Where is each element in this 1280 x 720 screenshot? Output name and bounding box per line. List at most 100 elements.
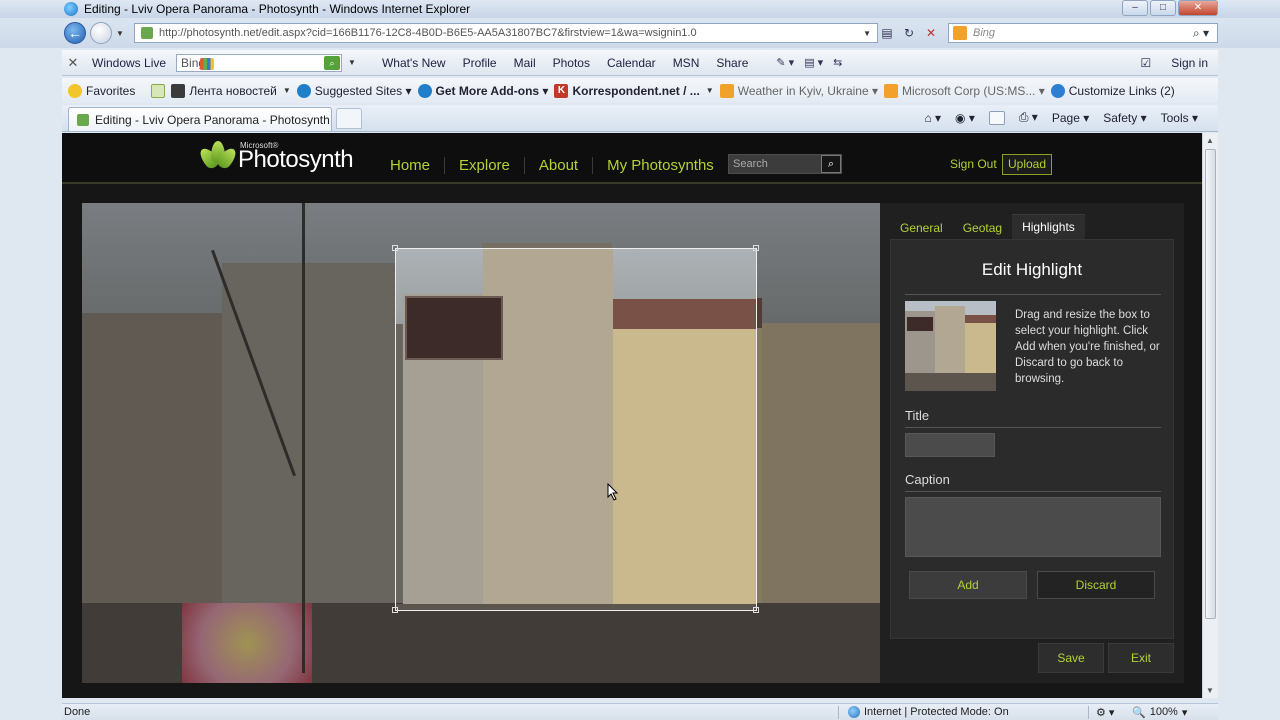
refresh-icon[interactable]: ↻ [900,24,918,42]
safety-menu[interactable]: Safety ▾ [1103,111,1146,125]
compatibility-view-icon[interactable]: ▤ [878,24,896,42]
protected-mode-icon[interactable]: ⚙ ▾ [1096,706,1114,719]
form-fill-icon[interactable]: ▤ ▾ [804,56,823,69]
nav-explore[interactable]: Explore [445,157,525,174]
page-scrollbar[interactable]: ▲ ▼ [1202,133,1218,698]
resize-handle-bottom-left[interactable] [392,607,398,613]
fav-korrespondent-dropdown-icon[interactable]: ▼ [706,86,714,95]
live-link-photos[interactable]: Photos [553,56,590,70]
security-zone[interactable]: Internet | Protected Mode: On [848,706,1009,718]
save-button[interactable]: Save [1038,643,1104,673]
highlighter-icon[interactable]: ✎ ▾ [776,56,794,69]
exit-button[interactable]: Exit [1108,643,1174,673]
panel-instructions: Drag and resize the box to select your h… [1015,309,1160,385]
fav-item-customize-label: Customize Links (2) [1068,83,1175,98]
resize-handle-top-right[interactable] [753,245,759,251]
add-button[interactable]: Add [909,571,1027,599]
lenta-icon [171,83,186,98]
close-window-button[interactable]: ✕ [1178,0,1218,16]
fav-item-addons[interactable]: Get More Add-ons ▾ [417,83,548,98]
fav-item-lenta[interactable]: Лента новостей [171,83,277,98]
minimize-button[interactable]: – [1122,0,1148,16]
address-bar[interactable]: http://photosynth.net/edit.aspx?cid=166B… [134,23,878,43]
new-tab-button[interactable] [336,108,362,129]
favorites-button[interactable]: Favorites [68,83,135,98]
search-icon[interactable]: ⌕ ▾ [1193,26,1209,41]
page-menu[interactable]: Page ▾ [1052,111,1089,125]
live-link-profile[interactable]: Profile [463,56,497,70]
live-tool-icons: ✎ ▾ ▤ ▾ ⇆ [776,56,842,69]
scroll-up-icon[interactable]: ▲ [1206,136,1214,145]
fav-item-weather[interactable]: Weather in Kyiv, Ukraine ▾ [719,83,878,98]
site-search-input[interactable]: Search ⌕ [728,154,842,174]
forward-button[interactable] [90,22,112,44]
fav-item-korrespondent[interactable]: K Korrespondent.net / ... [554,83,700,98]
live-link-mail[interactable]: Mail [514,56,536,70]
print-icon[interactable]: ⎙ ▾ [1019,110,1038,125]
logo-text: Photosynth [238,146,354,173]
site-search-placeholder: Search [733,158,768,170]
sign-out-link[interactable]: Sign Out [950,157,997,171]
translate-icon[interactable]: ⇆ [833,56,842,69]
back-button[interactable]: ← [64,22,86,44]
add-favorite-icon[interactable] [151,83,166,98]
highlight-selection-box[interactable] [395,248,757,611]
live-search-go-icon[interactable]: ⌕ [324,55,341,70]
browser-search-box[interactable]: Bing ⌕ ▾ [948,23,1218,43]
home-icon[interactable]: ⌂ ▾ [924,111,941,125]
sign-in-link[interactable]: Sign in [1171,56,1208,70]
tab-highlights[interactable]: Highlights [1012,214,1085,239]
tab-active[interactable]: Editing - Lviv Opera Panorama - Photosyn… [68,107,332,131]
scroll-thumb[interactable] [1205,149,1216,619]
resize-handle-top-left[interactable] [392,245,398,251]
highlight-selection-preview [396,249,756,610]
fav-item-microsoft[interactable]: Microsoft Corp (US:MS... ▾ [884,83,1045,98]
history-dropdown-icon[interactable]: ▼ [116,29,124,38]
zoom-dropdown-icon[interactable]: ▾ [1182,706,1188,719]
scroll-down-icon[interactable]: ▼ [1206,686,1214,695]
resize-handle-bottom-right[interactable] [753,607,759,613]
fav-lenta-dropdown-icon[interactable]: ▼ [283,86,291,95]
address-url[interactable]: http://photosynth.net/edit.aspx?cid=166B… [159,27,697,39]
favorites-bar: Favorites Лента новостей ▼ Suggested Sit… [62,78,1218,103]
nav-about[interactable]: About [525,157,594,174]
divider [905,427,1161,428]
fav-item-suggested[interactable]: Suggested Sites ▾ [296,83,412,98]
live-link-calendar[interactable]: Calendar [607,56,656,70]
window-title: Editing - Lviv Opera Panorama - Photosyn… [84,2,471,16]
zoom-control[interactable]: 🔍 100% ▾ [1132,706,1187,719]
nav-home[interactable]: Home [380,157,446,174]
mail-icon[interactable] [988,110,1005,125]
messenger-icon[interactable]: ☑ [1141,56,1152,70]
address-dropdown-icon[interactable]: ▼ [863,29,871,38]
live-link-whats-new[interactable]: What's New [382,56,446,70]
tab-row: Editing - Lviv Opera Panorama - Photosyn… [62,105,1218,132]
tab-general[interactable]: General [890,221,953,239]
status-divider [838,705,839,719]
photosynth-logo[interactable]: Microsoft® Photosynth [196,141,354,173]
close-toolbar-icon[interactable]: ✕ [62,55,84,71]
tab-geotag[interactable]: Geotag [953,221,1012,239]
ie-logo-icon [64,2,78,16]
live-search-dropdown-icon[interactable]: ▼ [348,58,356,67]
addons-icon [417,83,432,98]
stop-icon[interactable]: ✕ [922,24,940,42]
upload-button[interactable]: Upload [1002,154,1052,175]
photosynth-leaf-icon [196,141,240,173]
feeds-icon[interactable]: ◉ ▾ [955,111,975,125]
live-link-share[interactable]: Share [716,56,748,70]
synth-viewer[interactable] [82,203,880,683]
title-input[interactable] [905,433,995,457]
live-link-msn[interactable]: MSN [673,56,700,70]
fav-item-customize[interactable]: Customize Links (2) [1050,83,1175,98]
tools-menu[interactable]: Tools ▾ [1161,111,1198,125]
discard-button[interactable]: Discard [1037,571,1155,599]
site-search-icon[interactable]: ⌕ [821,155,841,173]
panel-tabs: General Geotag Highlights [890,213,1174,239]
maximize-button[interactable]: □ [1150,0,1176,16]
bing-icon [953,26,967,40]
windows-live-brand[interactable]: Windows Live [92,56,214,70]
nav-my-photosynths[interactable]: My Photosynths [593,157,728,174]
status-bar: Done Internet | Protected Mode: On ⚙ ▾ 🔍… [62,703,1218,720]
caption-input[interactable] [905,497,1161,557]
